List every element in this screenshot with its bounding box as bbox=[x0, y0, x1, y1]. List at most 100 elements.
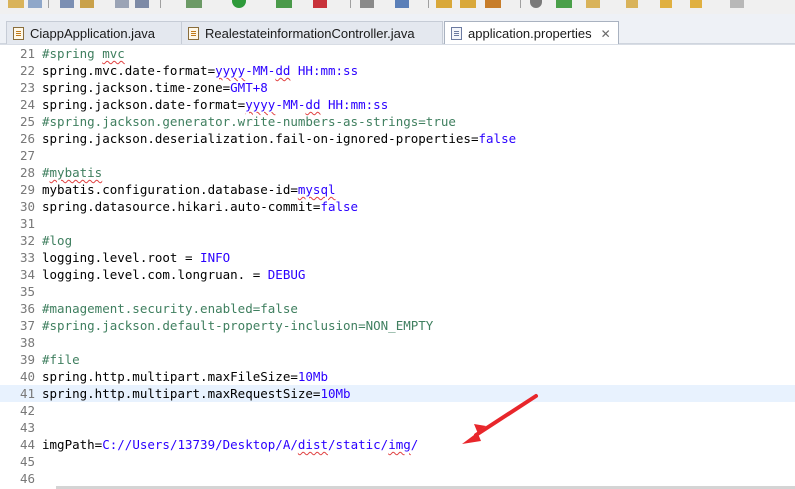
line-number: 35 bbox=[20, 284, 36, 299]
code-line[interactable]: 26 spring.jackson.deserialization.fail-on… bbox=[0, 130, 795, 147]
code-token: dist bbox=[297, 437, 328, 452]
code-line[interactable]: 36 #management.security.enabled=false bbox=[0, 300, 795, 317]
toolbar-button[interactable] bbox=[556, 0, 572, 8]
line-number: 34 bbox=[20, 267, 36, 282]
code-line[interactable]: 40 spring.http.multipart.maxFileSize=10Mb bbox=[0, 368, 795, 385]
tab-ciapp-application[interactable]: CiappApplication.java bbox=[6, 21, 189, 44]
close-icon[interactable]: ✕ bbox=[601, 28, 611, 40]
code-token: #management.security.enabled=false bbox=[42, 301, 298, 316]
properties-file-icon bbox=[451, 27, 462, 40]
toolbar-button[interactable] bbox=[135, 0, 149, 8]
code-token: dd bbox=[275, 63, 291, 78]
code-line[interactable]: 34 logging.level.com.longruan. = DEBUG bbox=[0, 266, 795, 283]
stop-icon[interactable] bbox=[313, 0, 327, 8]
code-line[interactable]: 29 mybatis.configuration.database-id=mysq… bbox=[0, 181, 795, 198]
line-text: #management.security.enabled=false bbox=[42, 300, 298, 317]
toolbar-button[interactable] bbox=[436, 0, 452, 8]
line-text: #log bbox=[42, 232, 72, 249]
code-line[interactable]: 28 #mybatis bbox=[0, 164, 795, 181]
toolbar-button[interactable] bbox=[730, 0, 744, 8]
toolbar-button[interactable] bbox=[115, 0, 129, 8]
line-number: 25 bbox=[20, 114, 36, 129]
code-line[interactable]: 42 bbox=[0, 402, 795, 419]
line-text: #spring mvc bbox=[42, 45, 125, 62]
toolbar-button[interactable] bbox=[28, 0, 42, 8]
toolbar-button[interactable] bbox=[460, 0, 476, 8]
code-token: #log bbox=[42, 233, 73, 248]
code-line[interactable]: 43 bbox=[0, 419, 795, 436]
code-token: spring.http.multipart.maxFileSize= bbox=[42, 369, 298, 384]
code-line[interactable]: 44 imgPath=C://Users/13739/Desktop/A/dist… bbox=[0, 436, 795, 453]
code-line[interactable]: 41 spring.http.multipart.maxRequestSize=1… bbox=[0, 385, 795, 402]
code-token: #spring.jackson.generator.write-numbers-… bbox=[42, 114, 456, 129]
line-text: spring.http.multipart.maxRequestSize=10M… bbox=[42, 385, 351, 402]
toolbar-button[interactable] bbox=[60, 0, 74, 8]
code-token: false bbox=[320, 199, 359, 214]
code-line[interactable]: 30 spring.datasource.hikari.auto-commit=f… bbox=[0, 198, 795, 215]
toolbar-button[interactable] bbox=[8, 0, 24, 8]
code-line[interactable]: 25 #spring.jackson.generator.write-number… bbox=[0, 113, 795, 130]
java-file-icon bbox=[13, 26, 24, 40]
line-text: spring.mvc.date-format=yyyy-MM-dd HH:mm:… bbox=[42, 62, 358, 79]
line-text: spring.http.multipart.maxFileSize=10Mb bbox=[42, 368, 328, 385]
code-token: #file bbox=[42, 352, 80, 367]
code-line[interactable]: 31 bbox=[0, 215, 795, 232]
code-line[interactable]: 22 spring.mvc.date-format=yyyy-MM-dd HH:m… bbox=[0, 62, 795, 79]
line-number: 27 bbox=[20, 148, 36, 163]
code-line[interactable]: 46 bbox=[0, 470, 795, 487]
toolbar-separator bbox=[350, 0, 351, 8]
code-token: #spring bbox=[42, 46, 103, 61]
code-line[interactable]: 39 #file bbox=[0, 351, 795, 368]
toolbar-button[interactable] bbox=[395, 0, 409, 8]
tab-realestate-controller[interactable]: RealestateinformationController.java bbox=[181, 21, 443, 44]
toolbar-button[interactable] bbox=[660, 0, 672, 8]
line-number: 24 bbox=[20, 97, 36, 112]
code-token: logging.level.root = bbox=[42, 250, 201, 265]
line-number: 39 bbox=[20, 352, 36, 367]
code-line[interactable]: 27 bbox=[0, 147, 795, 164]
code-token: img bbox=[388, 437, 411, 452]
toolbar-button[interactable] bbox=[186, 0, 202, 8]
run-icon[interactable] bbox=[232, 0, 246, 8]
code-line[interactable]: 24 spring.jackson.date-format=yyyy-MM-dd … bbox=[0, 96, 795, 113]
code-line[interactable]: 35 bbox=[0, 283, 795, 300]
line-number: 31 bbox=[20, 216, 36, 231]
code-line[interactable]: 21 #spring mvc bbox=[0, 45, 795, 62]
line-number: 32 bbox=[20, 233, 36, 248]
line-number: 46 bbox=[20, 471, 36, 486]
toolbar-button[interactable] bbox=[360, 0, 374, 8]
line-number: 41 bbox=[20, 386, 36, 401]
code-line[interactable]: 33 logging.level.root = INFO bbox=[0, 249, 795, 266]
toolbar-separator bbox=[48, 0, 49, 8]
toolbar-separator bbox=[520, 0, 521, 8]
toolbar-button[interactable] bbox=[530, 0, 542, 8]
toolbar-button[interactable] bbox=[276, 0, 292, 8]
tab-label: application.properties bbox=[468, 26, 592, 41]
code-token: spring.mvc.date-format= bbox=[42, 63, 216, 78]
toolbar-button[interactable] bbox=[690, 0, 702, 8]
toolbar-button[interactable] bbox=[586, 0, 600, 8]
line-number: 29 bbox=[20, 182, 36, 197]
code-token: false bbox=[478, 131, 517, 146]
line-number: 42 bbox=[20, 403, 36, 418]
code-line[interactable]: 38 bbox=[0, 334, 795, 351]
code-token: 10Mb bbox=[297, 369, 328, 384]
code-token: -MM- bbox=[275, 97, 306, 112]
line-text: #spring.jackson.generator.write-numbers-… bbox=[42, 113, 456, 130]
line-number: 26 bbox=[20, 131, 36, 146]
code-editor[interactable]: 21 #spring mvc 22 spring.mvc.date-format=yy… bbox=[0, 44, 795, 489]
code-line[interactable]: 32 #log bbox=[0, 232, 795, 249]
code-token: GMT+8 bbox=[230, 80, 268, 95]
toolbar-button[interactable] bbox=[80, 0, 94, 8]
code-token: # bbox=[42, 165, 50, 180]
code-token: HH:mm:ss bbox=[320, 97, 389, 112]
code-line[interactable]: 23 spring.jackson.time-zone=GMT+8 bbox=[0, 79, 795, 96]
toolbar-button[interactable] bbox=[626, 0, 638, 8]
tab-application-properties[interactable]: application.properties ✕ bbox=[444, 21, 619, 45]
code-token: mysql bbox=[297, 182, 336, 197]
code-token: spring.jackson.time-zone= bbox=[42, 80, 231, 95]
line-text: #file bbox=[42, 351, 80, 368]
toolbar-button[interactable] bbox=[485, 0, 501, 8]
code-line[interactable]: 37 #spring.jackson.default-property-inclu… bbox=[0, 317, 795, 334]
code-line[interactable]: 45 bbox=[0, 453, 795, 470]
